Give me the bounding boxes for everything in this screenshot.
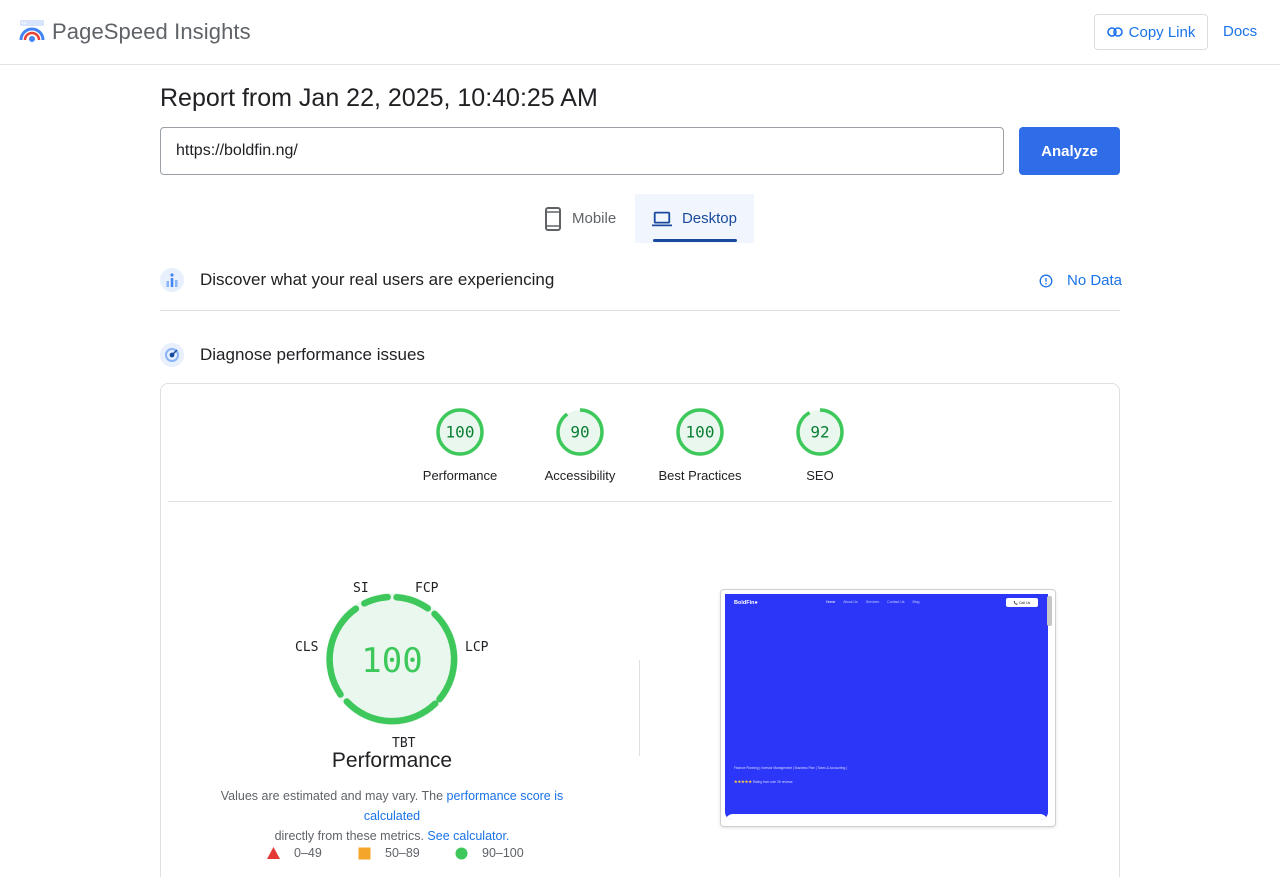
performance-score-value: 100 bbox=[361, 641, 422, 681]
score-value: 100 bbox=[446, 423, 475, 442]
metric-lcp[interactable]: LCP bbox=[465, 640, 488, 655]
score-seo[interactable]: 92 SEO bbox=[760, 407, 880, 483]
copy-link-label: Copy Link bbox=[1128, 23, 1196, 41]
phone-icon bbox=[545, 206, 561, 231]
link-icon bbox=[1106, 27, 1123, 37]
score-value: 100 bbox=[686, 423, 715, 442]
score-gauge: 90 bbox=[556, 408, 604, 456]
score-best-practices[interactable]: 100 Best Practices bbox=[640, 407, 760, 483]
tab-desktop-label: Desktop bbox=[681, 210, 737, 227]
thumb-nav: Home About Us Services Contact Us Blog bbox=[826, 600, 920, 604]
pagespeed-logo-icon bbox=[19, 20, 45, 42]
card-divider bbox=[168, 501, 1112, 502]
score-gauge: 92 bbox=[796, 408, 844, 456]
circle-icon bbox=[455, 847, 468, 859]
score-performance[interactable]: 100 Performance bbox=[400, 407, 520, 483]
docs-link[interactable]: Docs bbox=[1223, 23, 1257, 40]
performance-gauge: 100 bbox=[326, 593, 458, 725]
score-value: 92 bbox=[810, 423, 829, 442]
metric-fcp[interactable]: FCP bbox=[415, 581, 438, 596]
note-text: Values are estimated and may vary. The bbox=[220, 789, 447, 803]
thumb-nav-item: Blog bbox=[912, 600, 920, 604]
thumb-services: Finance Planning | Investor Management |… bbox=[734, 766, 847, 770]
thumb-call-button: 📞 Call Us bbox=[1006, 598, 1038, 607]
report-title: Report from Jan 22, 2025, 10:40:25 AM bbox=[160, 84, 598, 112]
top-bar: PageSpeed Insights Copy Link Docs bbox=[0, 0, 1280, 65]
copy-link-button[interactable]: Copy Link bbox=[1094, 14, 1208, 50]
tab-mobile[interactable]: Mobile bbox=[527, 194, 635, 243]
users-chart-icon bbox=[160, 268, 184, 292]
thumb-stars: ★★★★★ bbox=[734, 779, 752, 784]
brand-name: PageSpeed Insights bbox=[52, 19, 251, 44]
legend-fail: 0–49 bbox=[267, 846, 322, 860]
diagnose-title: Diagnose performance issues bbox=[200, 345, 425, 364]
legend-pass: 90–100 bbox=[455, 846, 524, 860]
thumb-scrollbar bbox=[1047, 596, 1052, 626]
no-data-status[interactable]: No Data bbox=[1039, 272, 1122, 289]
info-icon bbox=[1039, 274, 1053, 287]
thumb-brand: BoldFin● bbox=[734, 600, 758, 606]
diagnose-gauge-icon bbox=[160, 343, 184, 367]
url-input[interactable] bbox=[160, 127, 1004, 175]
score-value: 90 bbox=[570, 423, 589, 442]
score-gauge: 100 bbox=[436, 408, 484, 456]
thumb-rating-text: Rating from over 26 reviews bbox=[751, 780, 793, 784]
laptop-icon bbox=[652, 211, 672, 226]
score-label: Accessibility bbox=[544, 468, 616, 483]
thumb-nav-item: About Us bbox=[843, 600, 858, 604]
real-users-title: Discover what your real users are experi… bbox=[200, 270, 555, 289]
metric-si[interactable]: SI bbox=[353, 581, 369, 596]
score-label: SEO bbox=[806, 468, 834, 483]
legend-average: 50–89 bbox=[358, 846, 420, 860]
performance-note: Values are estimated and may vary. The p… bbox=[192, 786, 592, 846]
thumb-bottom-edge bbox=[725, 814, 1048, 820]
performance-title: Performance bbox=[331, 749, 453, 772]
no-data-label: No Data bbox=[1067, 272, 1123, 289]
page-screenshot: BoldFin● Home About Us Services Contact … bbox=[725, 594, 1048, 820]
section-divider bbox=[160, 310, 1120, 311]
metric-cls[interactable]: CLS bbox=[295, 640, 318, 655]
thumb-nav-item: Services bbox=[865, 600, 880, 604]
vertical-separator bbox=[639, 660, 640, 756]
note-text-2: directly from these metrics. bbox=[274, 829, 428, 843]
score-gauge: 100 bbox=[676, 408, 724, 456]
legend-label: 90–100 bbox=[482, 846, 524, 860]
thumb-nav-item: Home bbox=[826, 600, 836, 604]
score-label: Performance bbox=[422, 468, 498, 483]
tab-desktop[interactable]: Desktop bbox=[635, 194, 754, 243]
legend-label: 50–89 bbox=[385, 846, 420, 860]
tab-mobile-label: Mobile bbox=[572, 210, 617, 227]
thumb-nav-item: Contact Us bbox=[887, 600, 905, 604]
score-accessibility[interactable]: 90 Accessibility bbox=[520, 407, 640, 483]
legend-label: 0–49 bbox=[294, 846, 322, 860]
thumb-rating: ★★★★★ Rating from over 26 reviews bbox=[734, 779, 793, 784]
see-calculator-link[interactable]: See calculator. bbox=[427, 829, 509, 843]
triangle-icon bbox=[267, 847, 280, 859]
square-icon bbox=[358, 847, 371, 859]
active-tab-indicator bbox=[653, 239, 737, 242]
analyze-button[interactable]: Analyze bbox=[1019, 127, 1120, 175]
score-label: Best Practices bbox=[658, 468, 742, 483]
